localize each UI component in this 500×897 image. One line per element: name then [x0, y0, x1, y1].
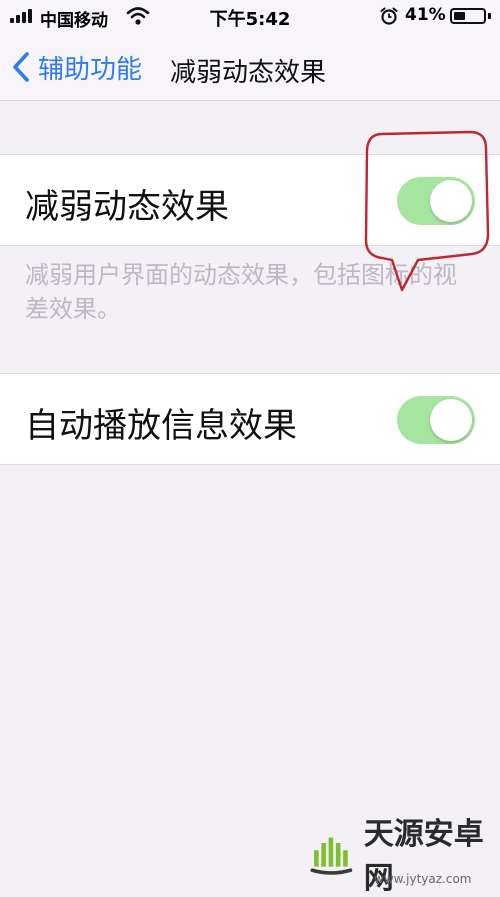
back-label: 辅助功能 — [38, 54, 143, 85]
annotation-callout — [364, 130, 490, 292]
navigation-bar: 辅助功能 减弱动态效果 — [0, 34, 500, 101]
status-bar: 中国移动 下午5:42 41% — [0, 0, 500, 34]
auto-play-effects-label: 自动播放信息效果 — [25, 406, 297, 446]
battery-percent: 41% — [405, 5, 446, 25]
page-title: 减弱动态效果 — [170, 58, 327, 88]
alarm-icon — [380, 7, 398, 25]
toggle-knob — [430, 399, 472, 441]
android-logo-icon — [310, 837, 353, 875]
battery-tip — [488, 13, 491, 19]
reduce-motion-label: 减弱动态效果 — [25, 187, 229, 227]
watermark: 天源安卓网 — [305, 817, 500, 896]
battery-fill — [454, 12, 465, 20]
watermark-url: www.jytyaz.com — [374, 872, 472, 886]
back-button[interactable]: 辅助功能 — [12, 48, 142, 86]
battery-icon — [450, 8, 486, 24]
auto-play-effects-row: 自动播放信息效果 — [0, 373, 500, 465]
auto-play-effects-toggle[interactable] — [397, 396, 475, 444]
chevron-left-icon — [13, 52, 29, 82]
